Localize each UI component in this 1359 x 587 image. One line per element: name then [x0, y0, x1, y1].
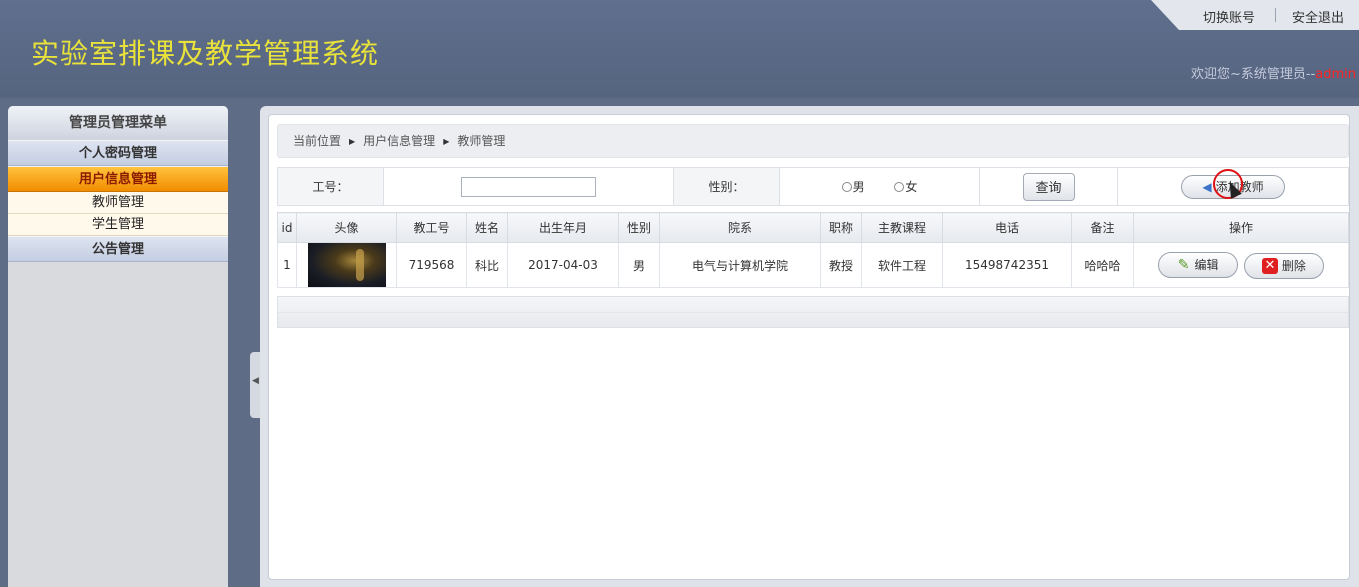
column-header: 头像 [296, 212, 397, 243]
column-header: 姓名 [466, 212, 508, 243]
column-header: 电话 [942, 212, 1072, 243]
top-links-bar: 切换账号 安全退出 [1151, 0, 1359, 30]
sidebar-item-teacher[interactable]: 教师管理 [8, 192, 228, 214]
app-title: 实验室排课及教学管理系统 [31, 37, 380, 70]
cell-dept: 电气与计算机学院 [659, 242, 821, 288]
cell-birth: 2017-04-03 [507, 242, 619, 288]
gender-female-label: 女 [905, 180, 918, 194]
delete-button[interactable]: ✕ 删除 [1243, 252, 1324, 279]
edit-label: 编辑 [1194, 258, 1219, 272]
column-header: 教工号 [396, 212, 467, 243]
cell-course: 软件工程 [861, 242, 943, 288]
sidebar-menu-announcement[interactable]: 公告管理 [8, 236, 228, 262]
breadcrumb: 当前位置 ▶ 用户信息管理 ▶ 教师管理 [277, 124, 1349, 158]
gender-male-label: 男 [852, 180, 865, 194]
top-links-divider [1275, 8, 1276, 22]
app-header: 实验室排课及教学管理系统 切换账号 安全退出 欢迎您~系统管理员--admin [0, 0, 1359, 98]
welcome-prefix: 欢迎您~系统管理员-- [1190, 67, 1316, 82]
staff-no-input[interactable] [461, 176, 596, 197]
column-header: 职称 [820, 212, 862, 243]
query-cell: 查询 [979, 167, 1118, 206]
add-teacher-label: 添加教师 [1215, 180, 1264, 194]
search-form: 工号： 性别： 男 女 查询 ◀ 添加教师 [277, 167, 1349, 206]
cell-phone: 15498742351 [942, 242, 1072, 288]
welcome-username: admin [1315, 67, 1356, 82]
welcome-text: 欢迎您~系统管理员--admin [1191, 63, 1356, 82]
teacher-table: id 头像 教工号 姓名 出生年月 性别 院系 职称 主教课程 电话 备注 操作… [277, 212, 1349, 288]
staff-no-cell [383, 167, 674, 206]
delete-x-icon: ✕ [1261, 257, 1278, 274]
sidebar: 管理员管理菜单 个人密码管理 用户信息管理 教师管理 学生管理 公告管理 [8, 106, 228, 587]
cell-actions: ✎ 编辑 ✕ 删除 [1133, 242, 1349, 288]
back-arrow-icon: ◀ [1202, 179, 1212, 194]
cell-id: 1 [277, 242, 297, 288]
pencil-icon: ✎ [1177, 256, 1190, 273]
edit-button[interactable]: ✎ 编辑 [1158, 251, 1239, 278]
caret-right-icon: ▶ [443, 137, 450, 146]
column-header: 备注 [1071, 212, 1134, 243]
content-card: 当前位置 ▶ 用户信息管理 ▶ 教师管理 工号： 性别： 男 女 查询 ◀ 添加教师 [268, 114, 1350, 580]
delete-label: 删除 [1281, 259, 1306, 273]
cell-name: 科比 [466, 242, 508, 288]
column-header: id [277, 212, 297, 243]
sidebar-header: 管理员管理菜单 [8, 106, 228, 140]
cell-note: 哈哈哈 [1071, 242, 1134, 288]
sidebar-menu-user-info[interactable]: 用户信息管理 [8, 166, 228, 192]
pagination-bar [277, 296, 1349, 328]
cell-staff-no: 719568 [396, 242, 467, 288]
switch-account-link[interactable]: 切换账号 [1203, 7, 1255, 26]
staff-no-label: 工号： [277, 167, 384, 206]
sidebar-item-student[interactable]: 学生管理 [8, 214, 228, 236]
cell-title: 教授 [820, 242, 862, 288]
column-header: 主教课程 [861, 212, 943, 243]
breadcrumb-item[interactable]: 用户信息管理 [363, 134, 435, 148]
table-header-row: id 头像 教工号 姓名 出生年月 性别 院系 职称 主教课程 电话 备注 操作 [277, 212, 1349, 243]
add-teacher-button[interactable]: ◀ 添加教师 [1181, 174, 1285, 199]
avatar [307, 243, 386, 287]
column-header: 出生年月 [507, 212, 619, 243]
column-header: 性别 [618, 212, 660, 243]
column-header: 院系 [659, 212, 821, 243]
query-button[interactable]: 查询 [1022, 172, 1075, 201]
radio-circle-icon [894, 181, 905, 192]
breadcrumb-item: 当前位置 [293, 134, 342, 148]
sidebar-menu-password[interactable]: 个人密码管理 [8, 140, 228, 166]
gender-label: 性别： [673, 167, 780, 206]
gender-radio-male[interactable]: 男 [841, 178, 865, 195]
column-header: 操作 [1133, 212, 1349, 243]
caret-right-icon: ▶ [349, 137, 356, 146]
cell-avatar [296, 242, 397, 288]
table-row: 1 719568 科比 2017-04-03 男 电气与计算机学院 教授 软件工… [277, 242, 1349, 288]
gender-options: 男 女 [779, 167, 980, 206]
add-cell: ◀ 添加教师 [1117, 167, 1349, 206]
breadcrumb-item: 教师管理 [457, 134, 506, 148]
chevron-left-icon: ◀ [252, 376, 259, 386]
main-panel: 当前位置 ▶ 用户信息管理 ▶ 教师管理 工号： 性别： 男 女 查询 ◀ 添加教师 [260, 106, 1359, 587]
logout-link[interactable]: 安全退出 [1292, 7, 1344, 26]
radio-circle-icon [841, 181, 852, 192]
gender-radio-female[interactable]: 女 [894, 178, 917, 195]
cell-gender: 男 [618, 242, 660, 288]
